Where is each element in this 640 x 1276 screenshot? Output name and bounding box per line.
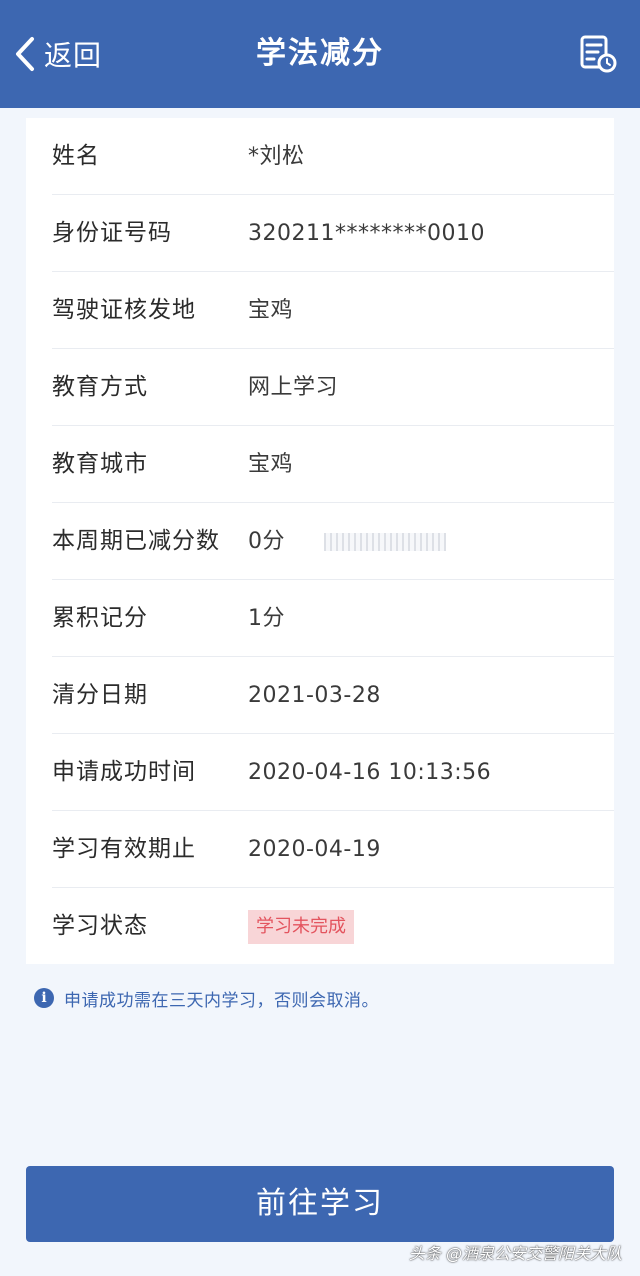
study-status-label: 学习状态 xyxy=(52,913,148,939)
id-number-label: 身份证号码 xyxy=(52,220,172,246)
notice: i 申请成功需在三天内学习，否则会取消。 xyxy=(34,984,379,1012)
record-button[interactable] xyxy=(578,34,618,74)
status-badge: 学习未完成 xyxy=(248,910,354,944)
valid-until-label: 学习有效期止 xyxy=(52,836,196,862)
clear-date-value: 2021-03-28 xyxy=(248,683,381,708)
watermark: 头条 @酒泉公安交警阳关大队 xyxy=(408,1244,622,1263)
education-city-value: 宝鸡 xyxy=(248,452,294,477)
license-issuer-value: 宝鸡 xyxy=(248,298,294,323)
page-title: 学法减分 xyxy=(256,36,384,71)
document-clock-icon xyxy=(580,35,617,73)
row-education-mode: 教育方式 网上学习 xyxy=(26,349,614,426)
apply-time-value: 2020-04-16 10:13:56 xyxy=(248,760,492,785)
education-mode-value: 网上学习 xyxy=(248,375,339,400)
license-issuer-label: 驾驶证核发地 xyxy=(52,297,196,323)
row-clear-date: 清分日期 2021-03-28 xyxy=(26,657,614,734)
accumulated-points-label: 累积记分 xyxy=(52,605,148,631)
deducted-points-value: 0分 xyxy=(248,529,285,554)
notice-text: 申请成功需在三天内学习，否则会取消。 xyxy=(64,990,379,1011)
row-valid-until: 学习有效期止 2020-04-19 xyxy=(26,811,614,888)
row-education-city: 教育城市 宝鸡 xyxy=(26,426,614,503)
row-accumulated-points: 累积记分 1分 xyxy=(26,580,614,657)
info-card: 姓名 *刘松 身份证号码 320211********0010 驾驶证核发地 宝… xyxy=(26,118,614,964)
go-study-button[interactable]: 前往学习 xyxy=(26,1166,614,1242)
name-value: *刘松 xyxy=(248,144,305,169)
accumulated-points-value: 1分 xyxy=(248,606,285,631)
valid-until-value: 2020-04-19 xyxy=(248,837,381,862)
row-name: 姓名 *刘松 xyxy=(26,118,614,195)
education-city-label: 教育城市 xyxy=(52,451,148,477)
education-mode-label: 教育方式 xyxy=(52,374,148,400)
deducted-points-label: 本周期已减分数 xyxy=(52,528,220,554)
row-apply-time: 申请成功时间 2020-04-16 10:13:56 xyxy=(26,734,614,811)
row-license-issuer: 驾驶证核发地 宝鸡 xyxy=(26,272,614,349)
app-header: 返回 学法减分 xyxy=(0,0,640,108)
row-id-number: 身份证号码 320211********0010 xyxy=(26,195,614,272)
apply-time-label: 申请成功时间 xyxy=(52,759,196,785)
name-label: 姓名 xyxy=(52,143,100,169)
clear-date-label: 清分日期 xyxy=(52,682,148,708)
id-number-value: 320211********0010 xyxy=(248,221,485,246)
info-icon: i xyxy=(34,988,54,1008)
row-deducted-points: 本周期已减分数 0分 xyxy=(26,503,614,580)
redacted-mark xyxy=(324,533,446,551)
row-study-status: 学习状态 学习未完成 xyxy=(26,888,614,965)
